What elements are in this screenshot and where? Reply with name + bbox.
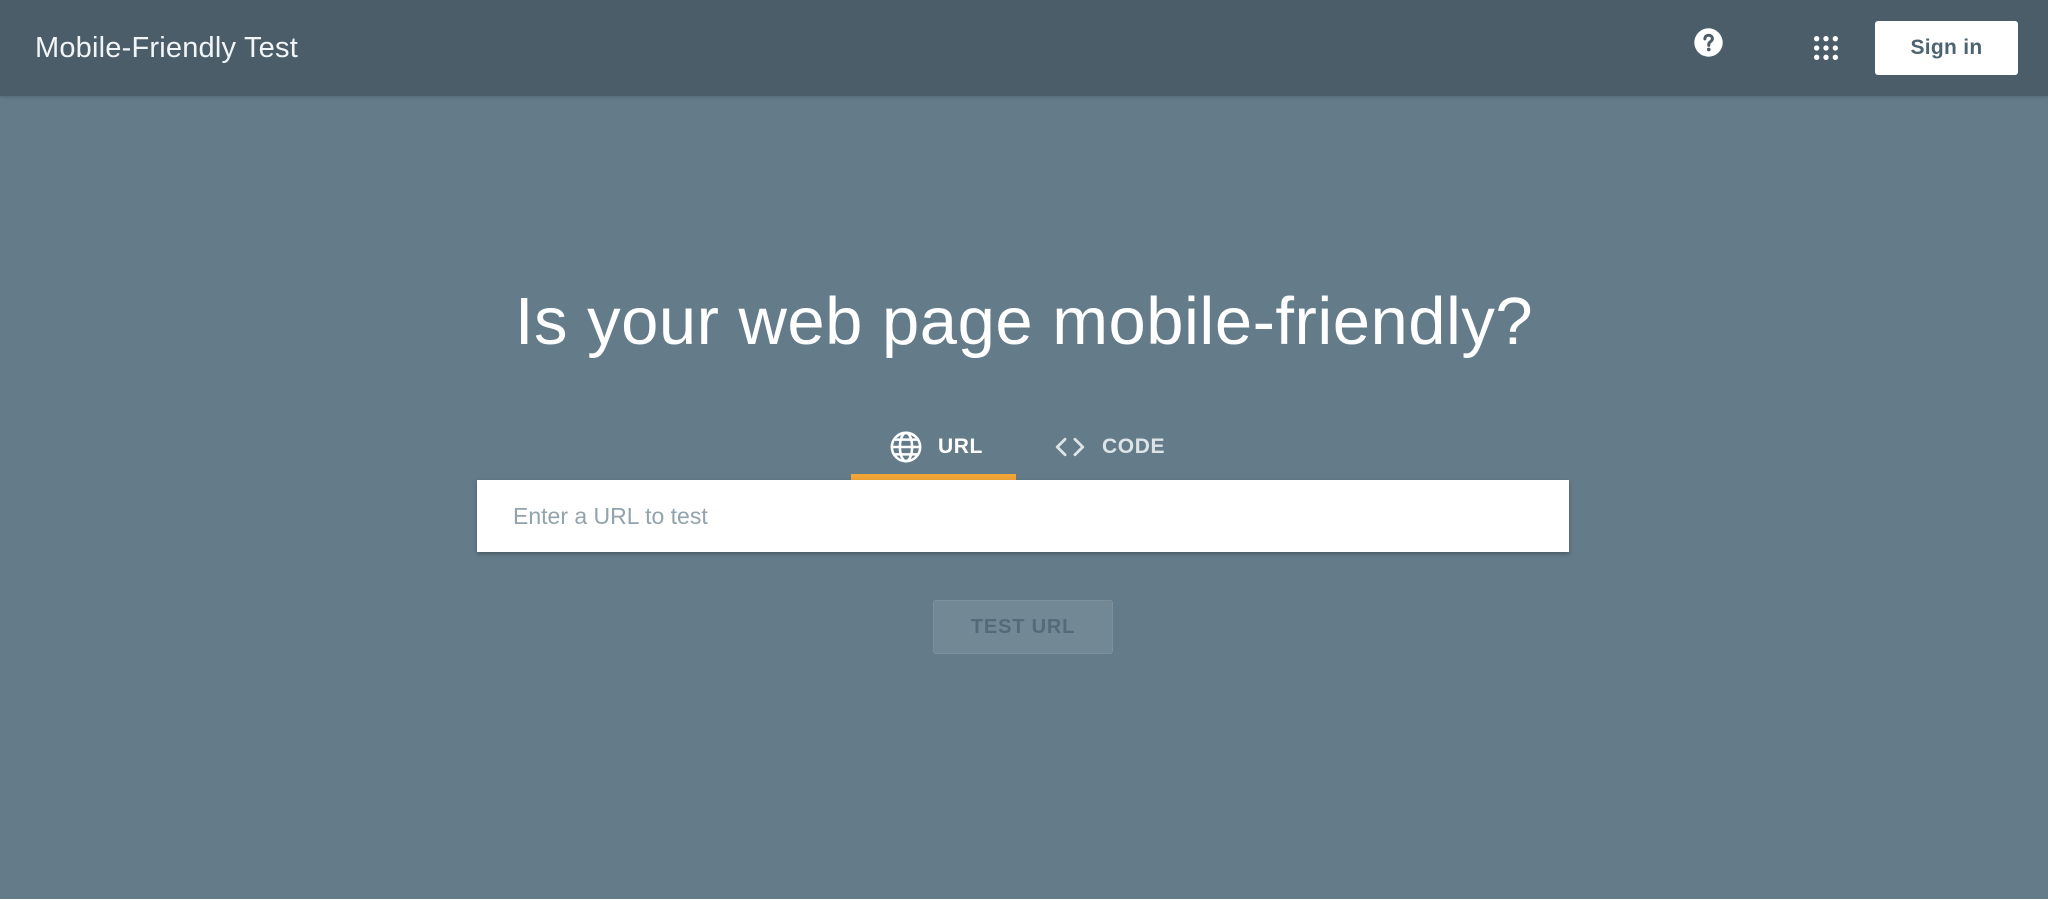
help-icon-glyph xyxy=(1694,28,1723,57)
help-icon[interactable] xyxy=(1693,27,1724,58)
code-brackets-icon xyxy=(1053,430,1087,464)
page: Mobile-Friendly Test Sign in Is your web… xyxy=(0,0,2048,899)
sign-in-button[interactable]: Sign in xyxy=(1875,21,2018,75)
page-headline: Is your web page mobile-friendly? xyxy=(514,284,1534,359)
app-title: Mobile-Friendly Test xyxy=(35,32,298,64)
tab-code-label: CODE xyxy=(1102,435,1166,458)
test-url-button[interactable]: TEST URL xyxy=(933,600,1113,654)
apps-grid-icon[interactable] xyxy=(1812,34,1840,62)
tab-code[interactable]: CODE xyxy=(1035,420,1165,480)
top-app-bar: Mobile-Friendly Test Sign in xyxy=(0,0,2048,96)
tab-url-label: URL xyxy=(938,435,983,458)
url-input[interactable] xyxy=(477,480,1569,552)
tab-url[interactable]: URL xyxy=(851,420,1016,480)
apps-grid-glyph xyxy=(1813,35,1839,61)
globe-icon xyxy=(889,430,923,464)
